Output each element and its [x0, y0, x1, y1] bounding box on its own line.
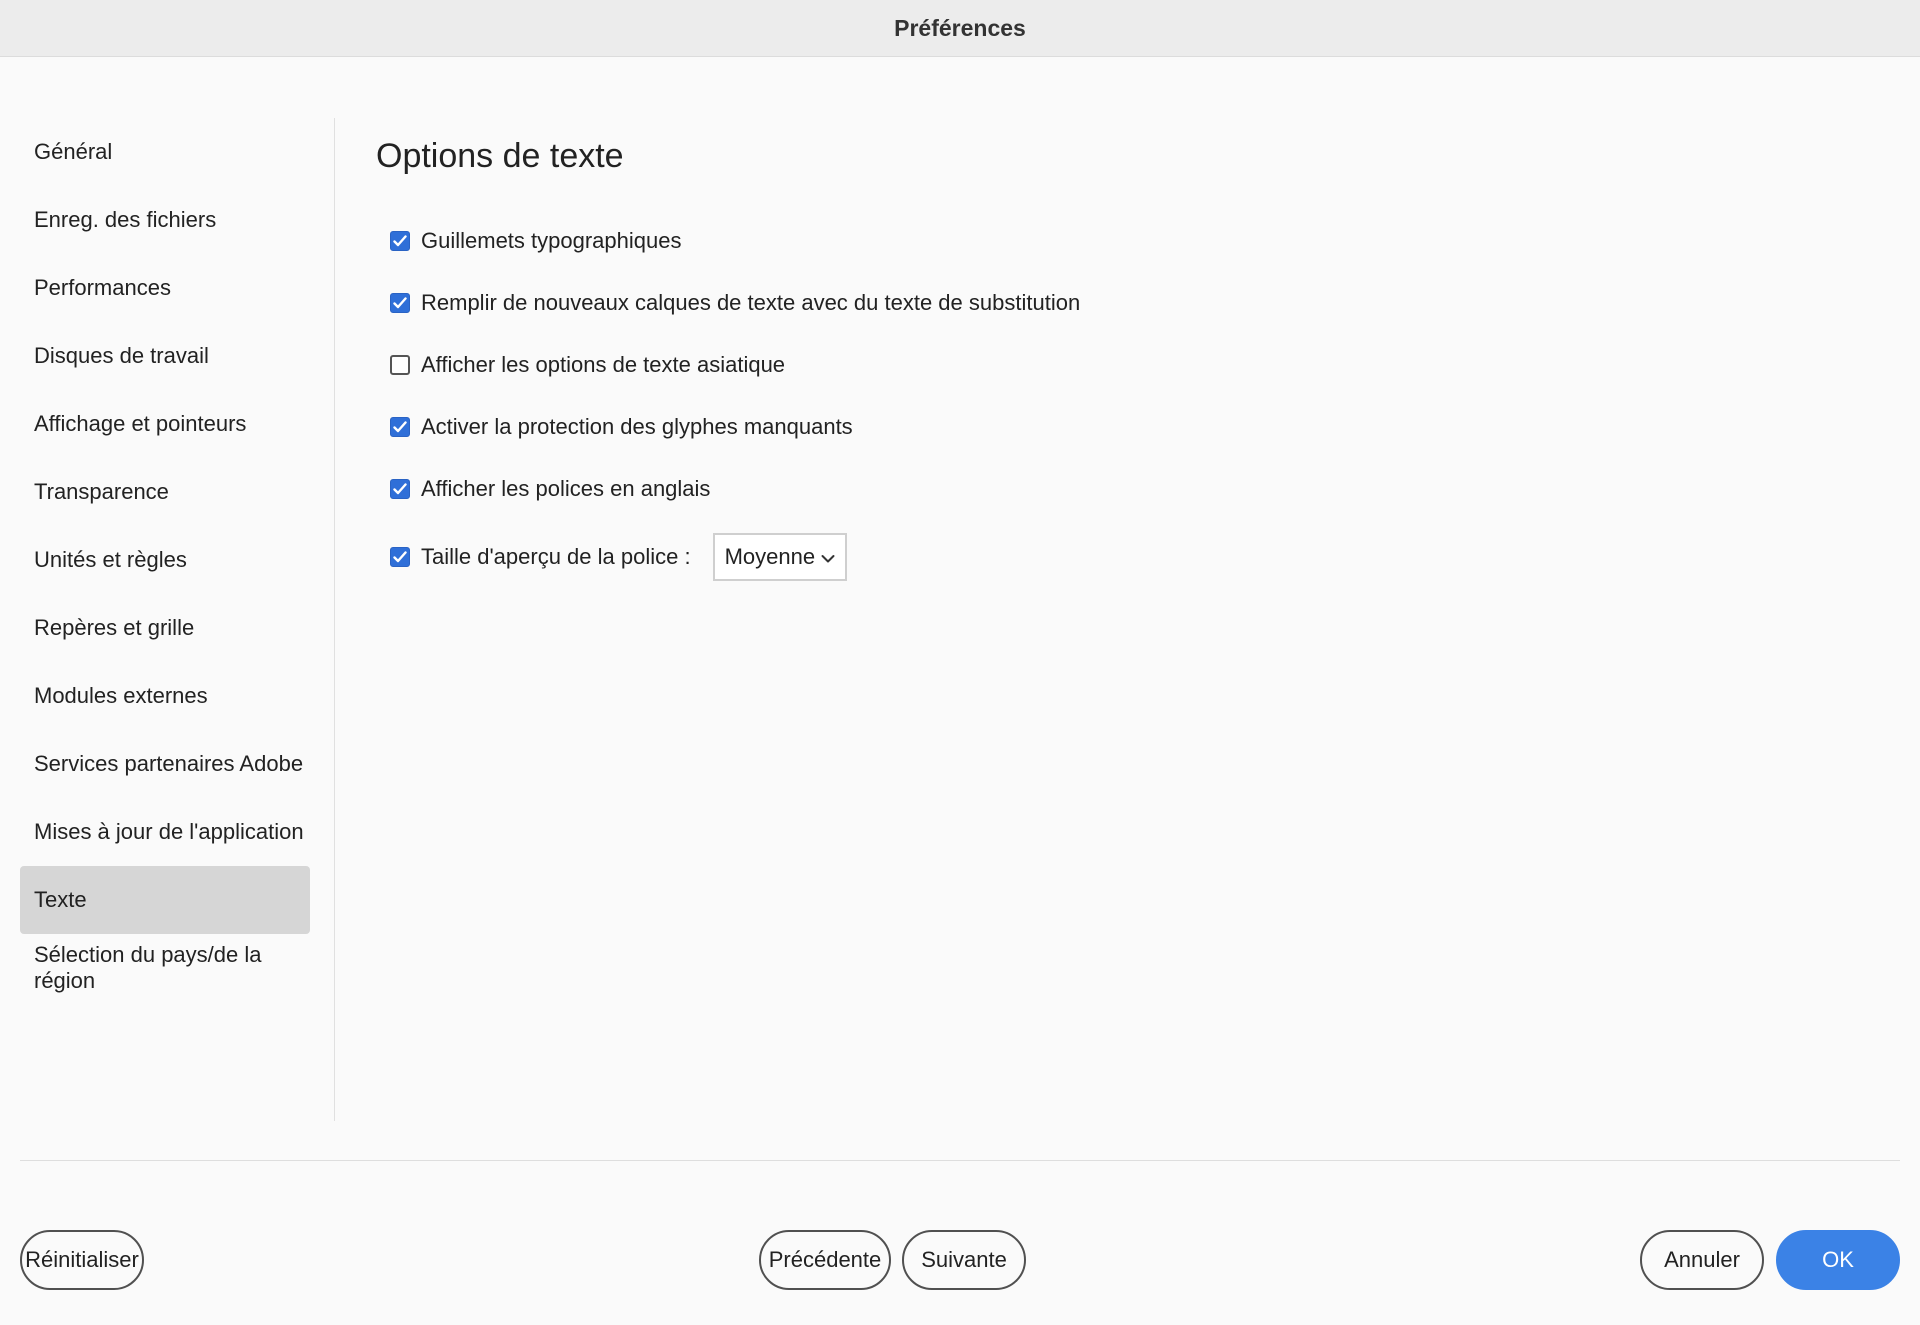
option-missing-glyph[interactable]: Activer la protection des glyphes manqua… — [390, 396, 1080, 458]
reset-button-label: Réinitialiser — [25, 1247, 139, 1272]
options-list: Guillemets typographiques Remplir de nou… — [390, 210, 1080, 592]
next-button[interactable]: Suivante — [902, 1230, 1026, 1290]
option-label: Afficher les polices en anglais — [421, 476, 711, 501]
ok-button-label: OK — [1822, 1247, 1854, 1272]
sidebar-item-type[interactable]: Texte — [20, 866, 310, 934]
sidebar-item-performance[interactable]: Performances — [20, 254, 310, 322]
sidebar-item-file-handling[interactable]: Enreg. des fichiers — [20, 186, 310, 254]
ok-button[interactable]: OK — [1776, 1230, 1900, 1290]
option-label: Remplir de nouveaux calques de texte ave… — [421, 290, 1081, 315]
sidebar-item-transparency[interactable]: Transparence — [20, 458, 310, 526]
chevron-down-icon — [821, 544, 835, 570]
checkbox-checked-icon[interactable] — [390, 231, 410, 251]
sidebar-item-region[interactable]: Sélection du pays/de la région — [20, 934, 310, 1002]
previous-button-label: Précédente — [768, 1247, 882, 1272]
panel-title: Options de texte — [376, 137, 624, 175]
option-english-font-names[interactable]: Afficher les polices en anglais — [390, 458, 1080, 520]
sidebar-item-general[interactable]: Général — [20, 118, 310, 186]
sidebar-item-label: Repères et grille — [34, 615, 195, 640]
sidebar-item-label: Texte — [34, 887, 87, 912]
option-smart-quotes[interactable]: Guillemets typographiques — [390, 210, 1080, 272]
sidebar-item-label: Mises à jour de l'application — [34, 819, 304, 844]
option-placeholder-text[interactable]: Remplir de nouveaux calques de texte ave… — [390, 272, 1080, 334]
sidebar-item-plugins[interactable]: Modules externes — [20, 662, 310, 730]
checkbox-checked-icon[interactable] — [390, 417, 410, 437]
sidebar-item-label: Général — [34, 139, 113, 164]
sidebar-item-label: Enreg. des fichiers — [34, 207, 217, 232]
option-label: Taille d'aperçu de la police : — [421, 544, 691, 569]
type-options-panel: Options de texte Guillemets typographiqu… — [376, 118, 1876, 581]
sidebar-item-label: Transparence — [34, 479, 169, 504]
sidebar-item-cursors[interactable]: Affichage et pointeurs — [20, 390, 310, 458]
sidebar-item-app-updates[interactable]: Mises à jour de l'application — [20, 798, 310, 866]
sidebar-item-label: Services partenaires Adobe — [34, 751, 304, 776]
sidebar-item-units-rulers[interactable]: Unités et règles — [20, 526, 310, 594]
sidebar-item-guides-grid[interactable]: Repères et grille — [20, 594, 310, 662]
sidebar-item-label: Modules externes — [34, 683, 208, 708]
sidebar-item-partner-services[interactable]: Services partenaires Adobe — [20, 730, 310, 798]
previous-button[interactable]: Précédente — [759, 1230, 891, 1290]
window-titlebar: Préférences — [0, 0, 1920, 57]
option-font-preview-size[interactable]: Taille d'aperçu de la police : Moyenne — [390, 522, 1080, 592]
checkbox-checked-icon[interactable] — [390, 293, 410, 313]
checkbox-unchecked-icon[interactable] — [390, 355, 410, 375]
footer-divider — [20, 1160, 1900, 1161]
sidebar-item-label: Sélection du pays/de la région — [34, 942, 262, 993]
checkbox-checked-icon[interactable] — [390, 547, 410, 567]
sidebar-item-label: Disques de travail — [34, 343, 209, 368]
cancel-button[interactable]: Annuler — [1640, 1230, 1764, 1290]
select-value: Moyenne — [724, 544, 816, 569]
option-label: Guillemets typographiques — [421, 228, 682, 253]
option-label: Afficher les options de texte asiatique — [421, 352, 786, 377]
sidebar-item-label: Affichage et pointeurs — [34, 411, 247, 436]
sidebar-item-label: Performances — [34, 275, 171, 300]
window-title: Préférences — [894, 14, 1026, 41]
font-preview-size-select[interactable]: Moyenne — [712, 533, 847, 581]
sidebar-item-scratch-disks[interactable]: Disques de travail — [20, 322, 310, 390]
checkbox-checked-icon[interactable] — [390, 479, 410, 499]
sidebar-nav: Général Enreg. des fichiers Performances… — [20, 118, 310, 1002]
next-button-label: Suivante — [921, 1247, 1007, 1272]
reset-button[interactable]: Réinitialiser — [20, 1230, 144, 1290]
option-asian-text[interactable]: Afficher les options de texte asiatique — [390, 334, 1080, 396]
sidebar-divider — [334, 118, 335, 1121]
sidebar-item-label: Unités et règles — [34, 547, 187, 572]
option-label: Activer la protection des glyphes manqua… — [421, 414, 853, 439]
preferences-window: Préférences Général Enreg. des fichiers … — [0, 0, 1920, 1325]
cancel-button-label: Annuler — [1664, 1247, 1740, 1272]
